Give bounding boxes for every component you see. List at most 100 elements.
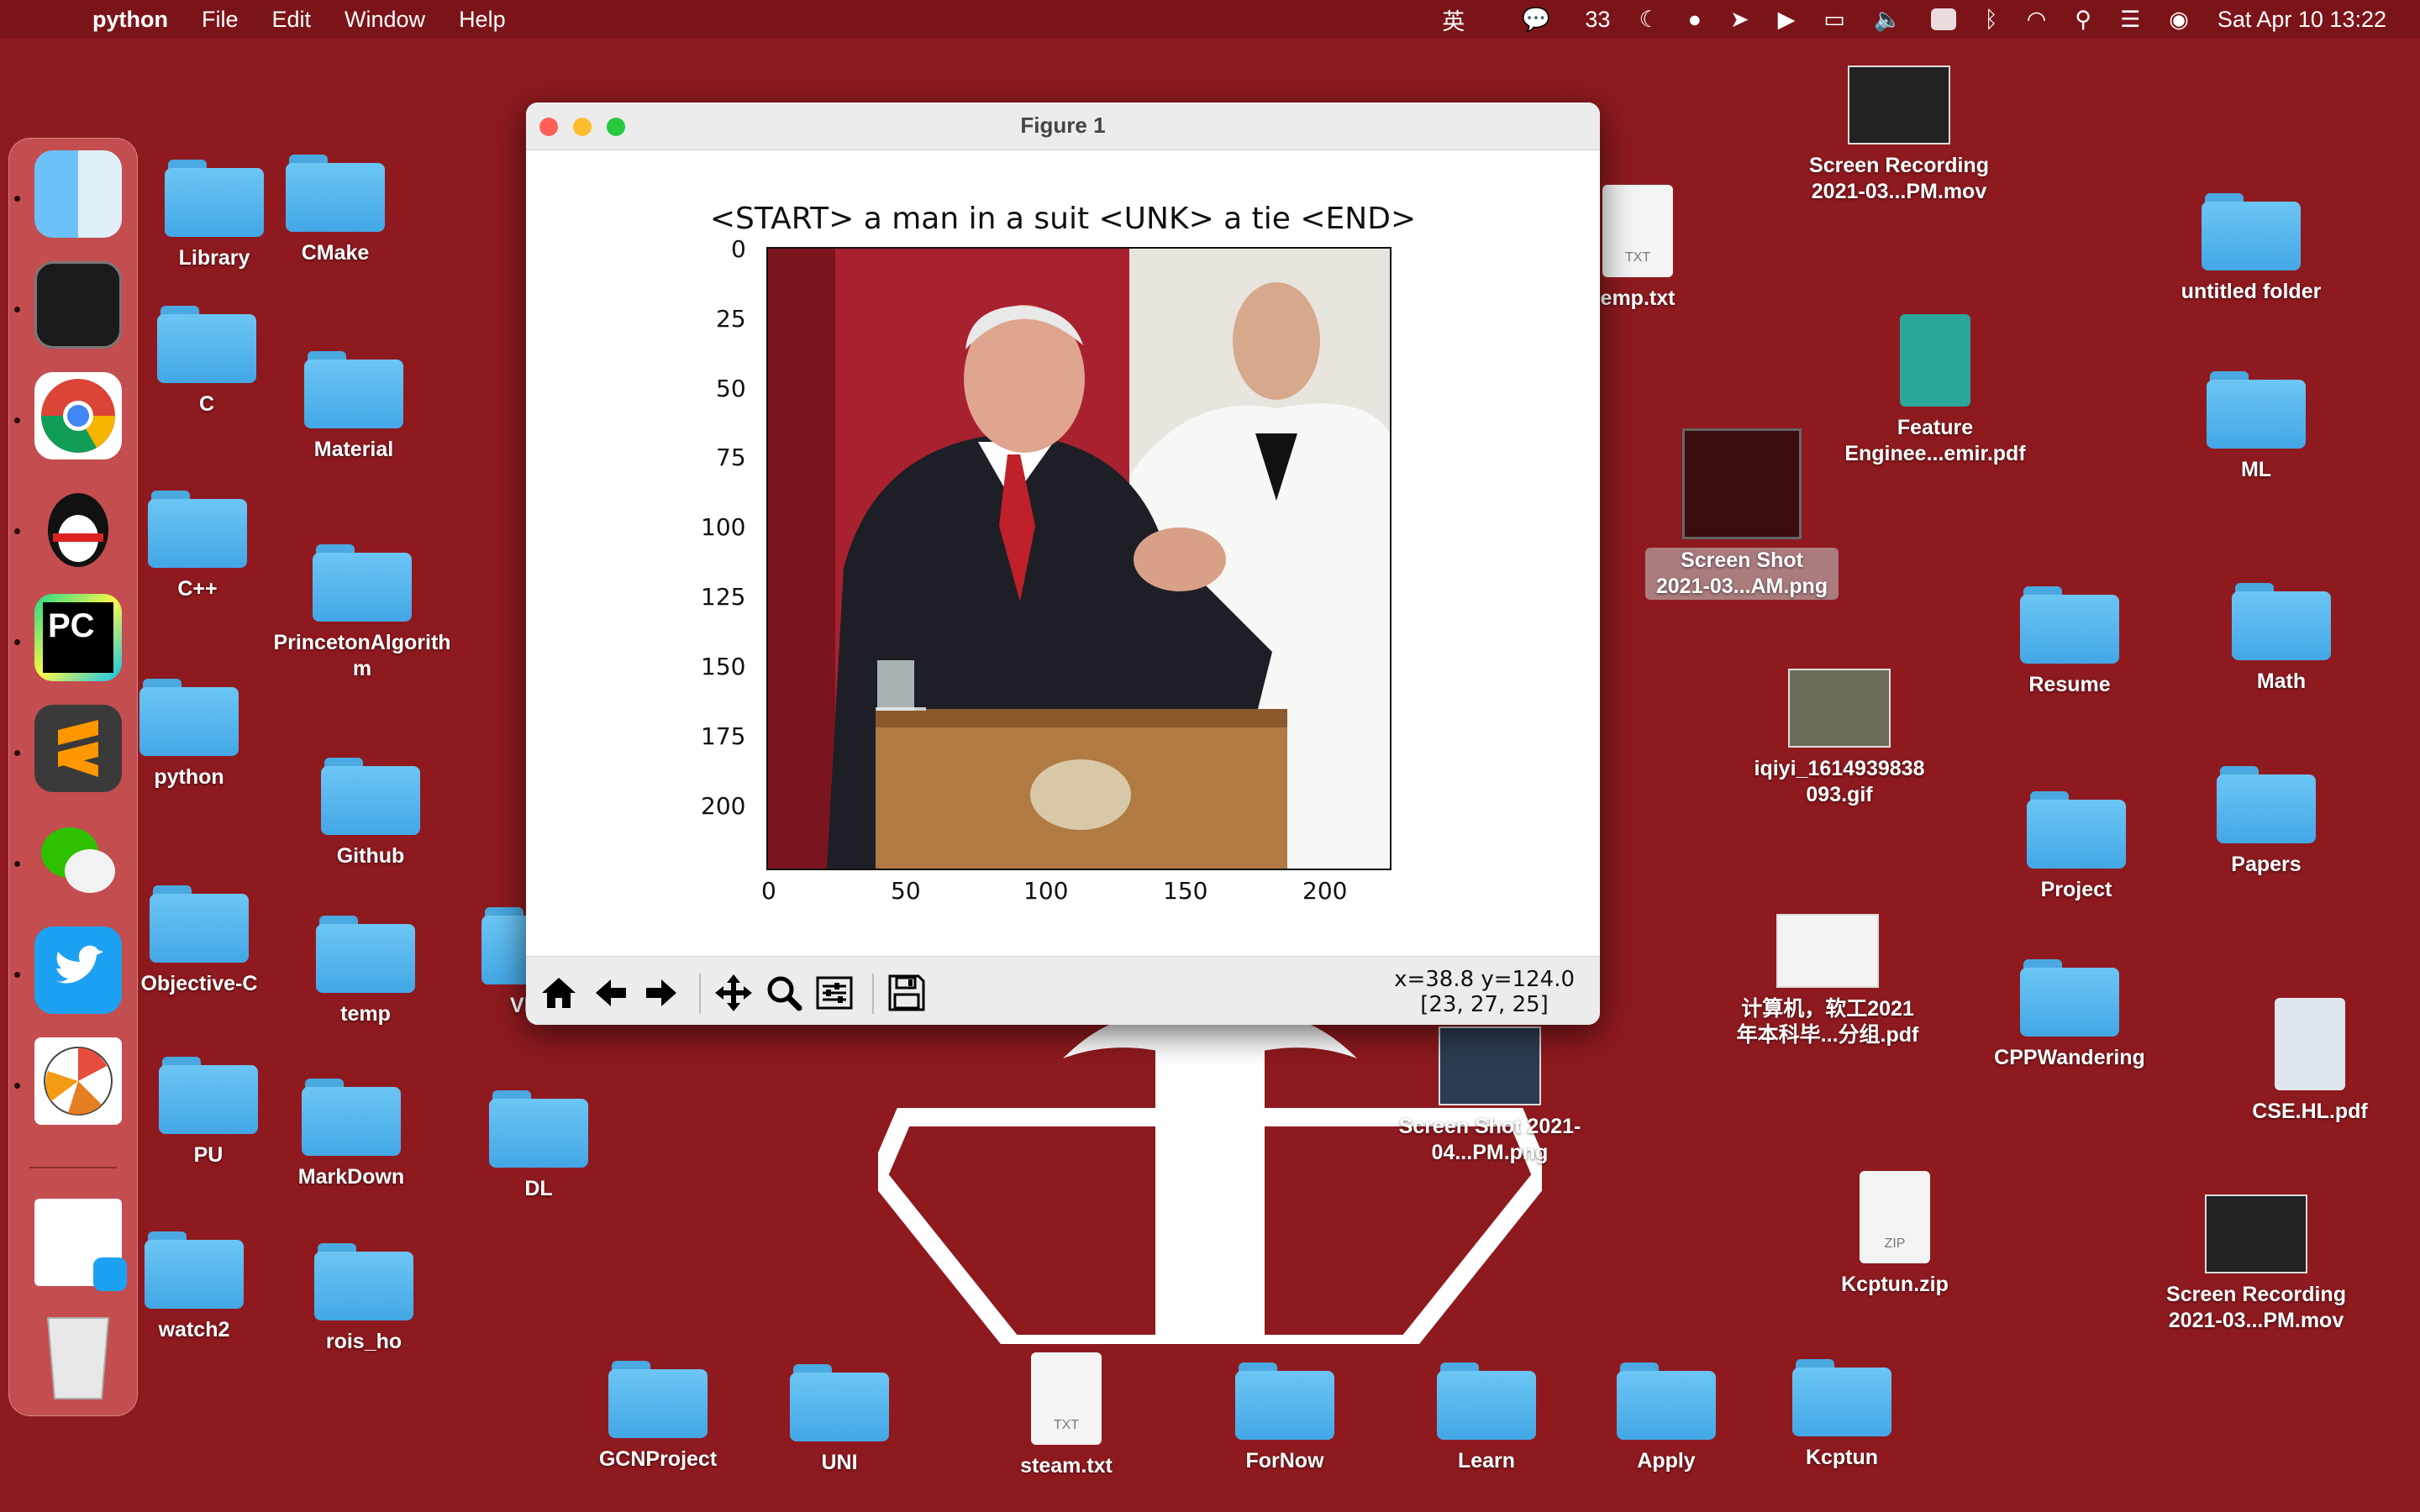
- desktop-folder-princeton[interactable]: PrincetonAlgorith m: [266, 544, 459, 682]
- back-button[interactable]: [590, 972, 632, 1014]
- home-button[interactable]: [538, 972, 580, 1014]
- search-icon[interactable]: ⚲: [2075, 7, 2091, 33]
- desktop-folder-rois[interactable]: rois_ho: [267, 1243, 460, 1355]
- desktop-file-jisuanji-pdf[interactable]: 计算机，软工2021 年本科毕...分组.pdf: [1731, 914, 1924, 1048]
- icon-label: Papers: [2231, 853, 2302, 876]
- desktop-folder-math[interactable]: Math: [2185, 583, 2378, 695]
- desktop-file-steam-txt[interactable]: TXT steam.txt: [970, 1352, 1163, 1479]
- desktop-folder-cppwandering[interactable]: CPPWandering: [1973, 959, 2166, 1071]
- icon-label: Screen Recording 2021-03...PM.mov: [1809, 154, 1989, 203]
- menu-file[interactable]: File: [202, 7, 239, 33]
- wechat-icon: 💬: [1522, 7, 1550, 32]
- folder-icon: [159, 1057, 258, 1134]
- desktop-file-kcptun-zip[interactable]: ZIP Kcptun.zip: [1798, 1171, 1991, 1298]
- desktop-file-feature-engineering-pdf[interactable]: Feature Enginee...emir.pdf: [1839, 314, 2032, 467]
- desktop-folder-resume[interactable]: Resume: [1973, 586, 2166, 698]
- folder-icon: [286, 155, 385, 232]
- desktop-folder-kcptun[interactable]: Kcptun: [1745, 1359, 1939, 1471]
- icon-label: Resume: [2028, 673, 2111, 696]
- figure-window: Figure 1 <START> a man in a suit <UNK> a…: [526, 102, 1600, 1025]
- desktop-folder-fornow[interactable]: ForNow: [1188, 1362, 1381, 1474]
- y-tick-label: 0: [731, 235, 746, 263]
- desktop-folder-gcnproject[interactable]: GCNProject: [561, 1361, 755, 1473]
- chrome-icon[interactable]: [34, 372, 122, 459]
- menubar-status-area: 英 💬 33 ☾ ● ➤ ▶ ▭ 🔈 ᛒ ◠ ⚲ ☰ ◉ Sat Apr 10 …: [1413, 0, 2386, 39]
- save-figure-button[interactable]: [886, 972, 928, 1014]
- desktop-folder-untitled[interactable]: untitled folder: [2154, 193, 2348, 305]
- folder-icon: [302, 1079, 401, 1156]
- icon-label: MarkDown: [297, 1165, 405, 1189]
- app-status-icon[interactable]: [1930, 8, 1956, 30]
- window-title: Figure 1: [1020, 113, 1106, 138]
- terminal-icon[interactable]: [34, 261, 122, 349]
- volume-icon[interactable]: 🔈: [1874, 6, 1902, 33]
- cursor-pixel-value: [23, 27, 25]: [1420, 992, 1549, 1017]
- qq-icon[interactable]: ●: [1688, 7, 1702, 33]
- desktop-folder-material[interactable]: Material: [257, 351, 450, 463]
- menu-window[interactable]: Window: [345, 7, 425, 33]
- radar-chart-app-icon[interactable]: [34, 1037, 122, 1125]
- wifi-icon[interactable]: ◠: [2027, 7, 2047, 33]
- pycharm-icon[interactable]: PC: [34, 594, 122, 681]
- menu-app-python[interactable]: python: [92, 7, 168, 33]
- forward-button[interactable]: [640, 972, 682, 1014]
- desktop-folder-objc[interactable]: Objective-C: [103, 885, 296, 997]
- desktop-folder-python[interactable]: python: [92, 679, 286, 790]
- menu-edit[interactable]: Edit: [272, 7, 312, 33]
- control-center-icon[interactable]: ☰: [2120, 7, 2140, 33]
- play-icon[interactable]: ▶: [1778, 7, 1796, 33]
- icon-label: Kcptun: [1805, 1446, 1879, 1469]
- dock-running-indicator: [14, 750, 20, 756]
- image-axes[interactable]: [766, 247, 1392, 870]
- icon-label: untitled folder: [2181, 280, 2322, 303]
- pan-button[interactable]: [713, 972, 755, 1014]
- desktop-folder-uni[interactable]: UNI: [743, 1364, 936, 1476]
- input-method-indicator[interactable]: 英: [1442, 3, 1465, 36]
- home-icon: [542, 978, 576, 1008]
- desktop-folder-markdown[interactable]: MarkDown: [255, 1079, 448, 1190]
- desktop-folder-temp[interactable]: temp: [269, 916, 462, 1027]
- dock-running-indicator: [14, 307, 20, 312]
- desktop-folder-cmake[interactable]: CMake: [239, 155, 432, 266]
- moon-icon[interactable]: ☾: [1639, 7, 1659, 33]
- floppy-disk-icon: [888, 974, 925, 1011]
- window-titlebar[interactable]: Figure 1: [526, 102, 1600, 150]
- desktop-file-screenshot-1[interactable]: Screen Shot 2021-03...AM.png: [1645, 428, 1839, 600]
- desktop-file-screen-recording-1[interactable]: Screen Recording 2021-03...PM.mov: [1802, 66, 1996, 205]
- x-tick-label: 0: [761, 877, 776, 905]
- text-file-icon: TXT: [1602, 185, 1673, 277]
- configure-subplots-button[interactable]: [813, 972, 855, 1014]
- siri-icon[interactable]: ◉: [2169, 7, 2189, 33]
- clock[interactable]: Sat Apr 10 13:22: [2217, 7, 2386, 33]
- desktop-folder-ml[interactable]: ML: [2160, 371, 2353, 483]
- desktop-file-iqiyi-gif[interactable]: iqiyi_1614939838 093.gif: [1743, 669, 1936, 808]
- icon-label: UNI: [821, 1451, 858, 1474]
- bluetooth-icon[interactable]: ᛒ: [1985, 7, 1998, 33]
- chrome-logo: [41, 379, 115, 453]
- desktop-folder-project[interactable]: Project: [1980, 791, 2173, 903]
- desktop-folder-dl[interactable]: DL: [442, 1090, 635, 1202]
- icon-label: 计算机，软工2021 年本科毕...分组.pdf: [1736, 997, 1919, 1047]
- finder-icon[interactable]: [34, 150, 122, 238]
- desktop-folder-apply[interactable]: Apply: [1570, 1362, 1763, 1474]
- desktop-file-screenshot-2[interactable]: Screen Shot 2021-04...PM.png: [1393, 1026, 1586, 1166]
- folder-icon: [790, 1364, 889, 1441]
- y-tick-label: 125: [701, 583, 746, 611]
- desktop-folder-watch2[interactable]: watch2: [97, 1231, 291, 1343]
- icon-label: steam.txt: [1020, 1454, 1113, 1478]
- menu-help[interactable]: Help: [459, 7, 506, 33]
- wechat-status[interactable]: 💬 33: [1493, 6, 1610, 33]
- desktop-folder-learn[interactable]: Learn: [1390, 1362, 1583, 1474]
- icon-label: watch2: [158, 1318, 230, 1341]
- desktop-file-cse-hl-pdf[interactable]: CSE.HL.pdf: [2213, 998, 2407, 1125]
- folder-icon: [314, 1243, 413, 1320]
- desktop-folder-papers[interactable]: Papers: [2170, 766, 2363, 878]
- dock-running-indicator: [14, 1083, 20, 1089]
- send-icon[interactable]: ➤: [1730, 7, 1749, 33]
- toolbar-separator: [699, 974, 701, 1014]
- desktop-file-screen-recording-2[interactable]: Screen Recording 2021-03...PM.mov: [2160, 1194, 2353, 1334]
- zoom-rect-button[interactable]: [763, 972, 805, 1014]
- desktop-folder-github[interactable]: Github: [274, 758, 467, 869]
- y-tick-label: 175: [701, 722, 746, 750]
- battery-icon[interactable]: ▭: [1823, 7, 1845, 33]
